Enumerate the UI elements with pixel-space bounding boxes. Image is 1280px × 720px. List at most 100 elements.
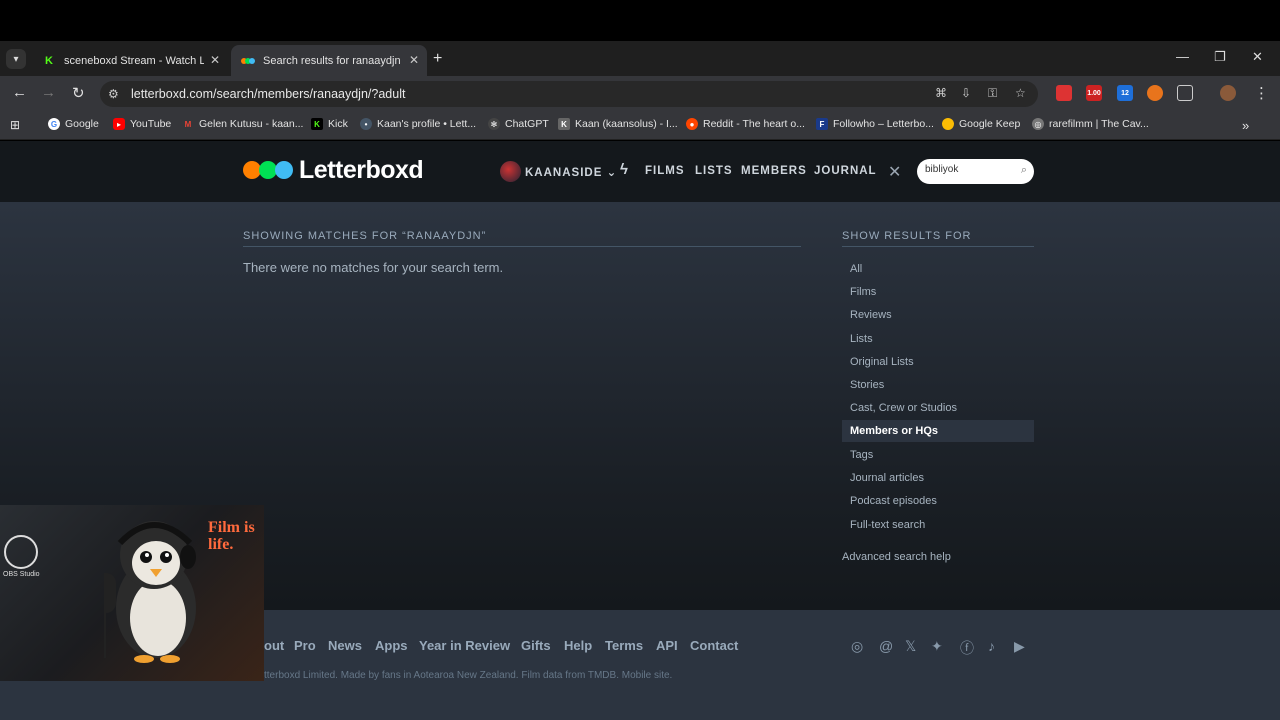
footer-help-link[interactable]: Help xyxy=(564,638,592,653)
tab-search-button[interactable]: ▾ xyxy=(6,49,26,69)
bookmark-reddit[interactable]: ● Reddit - The heart o... xyxy=(686,118,805,130)
filter-reviews[interactable]: Reviews xyxy=(842,304,1034,326)
bookmark-label: Gelen Kutusu - kaan... xyxy=(199,118,304,130)
advanced-search-help-link[interactable]: Advanced search help xyxy=(842,551,951,563)
filter-stories[interactable]: Stories xyxy=(842,374,1034,396)
footer-api-link[interactable]: API xyxy=(656,638,678,653)
threads-icon[interactable]: @ xyxy=(879,638,893,654)
divider xyxy=(243,246,801,247)
bookmark-label: Google Keep xyxy=(959,118,1021,130)
footer-year-in-review-link[interactable]: Year in Review xyxy=(419,638,510,653)
activity-bolt-icon[interactable]: ϟ xyxy=(620,161,629,178)
user-avatar[interactable] xyxy=(500,161,521,182)
bookmark-label: Followho – Letterbo... xyxy=(833,118,934,130)
filter-cast-crew-studios[interactable]: Cast, Crew or Studios xyxy=(842,397,1034,419)
apps-grid-icon[interactable]: ⊞ xyxy=(10,118,20,132)
bookmark-letterboxd-profile[interactable]: • Kaan's profile • Lett... xyxy=(360,118,476,130)
filter-full-text-search[interactable]: Full-text search xyxy=(842,514,1034,536)
profile-avatar[interactable] xyxy=(1220,85,1236,101)
youtube-icon[interactable]: ▶ xyxy=(1014,638,1025,655)
bookmark-google-keep[interactable]: Google Keep xyxy=(942,118,1020,130)
tiktok-icon[interactable]: ♪ xyxy=(988,638,995,654)
bookmark-kaan[interactable]: K Kaan (kaansolus) - I... xyxy=(558,118,678,130)
back-icon[interactable]: ← xyxy=(12,84,27,101)
menu-icon[interactable]: ⋮ xyxy=(1254,84,1269,102)
close-icon[interactable]: ✕ xyxy=(210,53,220,67)
translate-icon[interactable]: ⌘ xyxy=(935,86,947,100)
password-key-icon[interactable]: ⚿ xyxy=(988,86,997,101)
install-icon[interactable]: ⇩ xyxy=(961,86,971,100)
site-info-icon[interactable]: ⚙ xyxy=(108,87,119,101)
nav-films[interactable]: FILMS xyxy=(645,165,685,177)
footer-contact-link[interactable]: Contact xyxy=(690,638,738,653)
facebook-icon[interactable]: ⓕ xyxy=(960,638,974,658)
address-bar[interactable]: ⚙ letterboxd.com/search/members/ranaaydj… xyxy=(100,81,1038,107)
filter-lists[interactable]: Lists xyxy=(842,328,1034,350)
bookmark-youtube[interactable]: ▸ YouTube xyxy=(113,118,171,130)
bookmark-kick[interactable]: K Kick xyxy=(311,118,348,130)
footer-pro-link[interactable]: Pro xyxy=(294,638,316,653)
footer-copyright: tterboxd Limited. Made by fans in Aotear… xyxy=(264,670,673,681)
gmail-icon: M xyxy=(184,119,192,129)
bookmark-star-icon[interactable]: ☆ xyxy=(1015,86,1026,100)
bookmark-chatgpt[interactable]: ✻ ChatGPT xyxy=(488,118,549,130)
filter-members-hqs[interactable]: Members or HQs xyxy=(842,420,1034,442)
site-logo[interactable]: Letterboxd xyxy=(299,156,424,185)
restore-icon[interactable]: ❐ xyxy=(1214,49,1226,65)
footer-news-link[interactable]: News xyxy=(328,638,362,653)
obs-logo-icon xyxy=(4,535,38,569)
extension-red-icon[interactable] xyxy=(1056,85,1072,101)
extension-badge-icon[interactable]: 1.00 xyxy=(1086,85,1102,101)
x-icon[interactable]: 𝕏 xyxy=(905,638,916,655)
user-menu[interactable]: KAANASIDE ⌄ xyxy=(525,165,617,179)
close-icon[interactable]: ✕ xyxy=(409,53,419,67)
browser-toolbar: ← → ↻ ⚙ letterboxd.com/search/members/ra… xyxy=(0,76,1280,112)
footer-about-link[interactable]: out xyxy=(264,638,284,653)
extension-badge: 1.00 xyxy=(1087,89,1101,97)
bookmark-gmail[interactable]: M Gelen Kutusu - kaan... xyxy=(182,118,304,130)
extensions-puzzle-icon[interactable] xyxy=(1177,85,1193,101)
kick-icon: K xyxy=(311,118,323,130)
more-bookmarks-icon[interactable]: » xyxy=(1242,118,1249,133)
search-icon[interactable]: ⌕ xyxy=(1021,164,1027,177)
search-input[interactable] xyxy=(925,164,1015,175)
tab-title: sceneboxd Stream - Watch Live xyxy=(64,54,204,67)
bookmark-rarefilmm[interactable]: ◎ rarefilmm | The Cav... xyxy=(1032,118,1149,130)
new-tab-button[interactable]: + xyxy=(433,50,442,68)
instagram-icon[interactable]: ◎ xyxy=(851,638,863,655)
close-search-icon[interactable]: ✕ xyxy=(888,162,901,182)
bluesky-icon[interactable]: ✦ xyxy=(931,638,943,655)
minimize-icon[interactable]: — xyxy=(1176,49,1189,64)
bookmark-google[interactable]: G Google xyxy=(48,118,99,130)
film-is-life-sign: Film is life. xyxy=(208,519,255,553)
forward-icon[interactable]: → xyxy=(41,84,56,101)
filter-all[interactable]: All xyxy=(842,258,1034,280)
nav-journal[interactable]: JOURNAL xyxy=(814,165,877,177)
username: KAANASIDE xyxy=(525,167,603,179)
keep-bulb-icon xyxy=(942,118,954,130)
bookmark-followho[interactable]: F Followho – Letterbo... xyxy=(816,118,934,130)
extension-blue-icon[interactable]: 12 xyxy=(1117,85,1133,101)
filter-tags[interactable]: Tags xyxy=(842,444,1034,466)
tab-letterboxd[interactable]: Search results for ranaaydjn • Letterbox… xyxy=(231,45,427,76)
footer-terms-link[interactable]: Terms xyxy=(605,638,643,653)
filter-journal-articles[interactable]: Journal articles xyxy=(842,467,1034,489)
reload-icon[interactable]: ↻ xyxy=(72,84,85,102)
filter-original-lists[interactable]: Original Lists xyxy=(842,351,1034,373)
chatgpt-icon: ✻ xyxy=(488,118,500,130)
nav-lists[interactable]: LISTS xyxy=(695,165,733,177)
filter-films[interactable]: Films xyxy=(842,281,1034,303)
footer-gifts-link[interactable]: Gifts xyxy=(521,638,551,653)
extension-orange-icon[interactable] xyxy=(1147,85,1163,101)
sign-line: life. xyxy=(208,536,234,553)
letterboxd-logo-icon[interactable] xyxy=(243,161,293,179)
tab-kick[interactable]: K sceneboxd Stream - Watch Live ✕ xyxy=(32,45,228,76)
footer-apps-link[interactable]: Apps xyxy=(375,638,408,653)
window-close-icon[interactable]: ✕ xyxy=(1252,49,1263,65)
webcam-overlay: OBS Studio Film is life. xyxy=(0,505,264,681)
filter-podcast-episodes[interactable]: Podcast episodes xyxy=(842,490,1034,512)
bookmark-label: Kaan's profile • Lett... xyxy=(377,118,477,130)
nav-members[interactable]: MEMBERS xyxy=(741,165,807,177)
site-search-box[interactable]: ⌕ xyxy=(917,159,1034,184)
sidebar-heading: SHOW RESULTS FOR xyxy=(842,230,972,242)
